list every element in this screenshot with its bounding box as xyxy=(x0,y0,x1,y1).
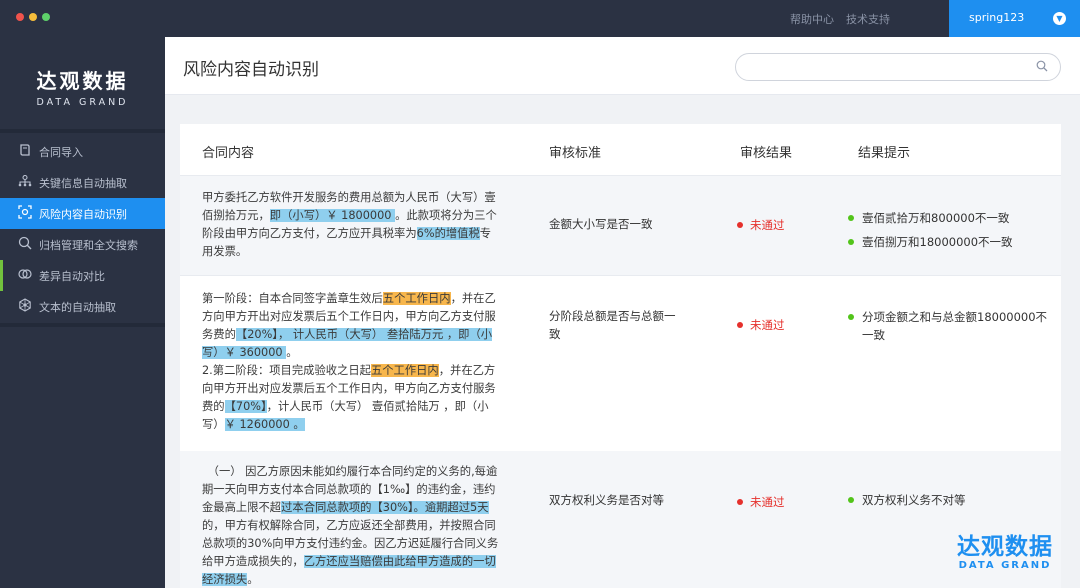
search-icon[interactable] xyxy=(1036,60,1048,72)
result-label: 未通过 xyxy=(750,495,785,509)
text-segment: 第一阶段：自本合同签字盖章生效后 xyxy=(202,292,383,305)
book-icon xyxy=(16,144,34,159)
top-nav: 帮助中心 技术支持 xyxy=(790,11,890,27)
logo-en: DATA GRAND xyxy=(36,97,129,108)
text-segment: 。 xyxy=(286,346,298,359)
status-dot xyxy=(737,499,743,505)
contract-text: 甲方委托乙方软件开发服务的费用总额为人民币（大写）壹佰捌拾万元，即（小写）￥ 1… xyxy=(202,189,502,261)
sidebar-item-label: 合同导入 xyxy=(39,145,83,159)
search-box xyxy=(735,53,1061,81)
table-header: 合同内容 审核标准 审核结果 结果提示 xyxy=(180,124,1061,176)
text-segment: 。 xyxy=(247,573,259,586)
sidebar-item-label: 关键信息自动抽取 xyxy=(39,176,127,190)
maximize-window-dot[interactable] xyxy=(42,13,50,21)
highlighted-segment: 过本合同总款项的【30%】。逾期超过5天 xyxy=(281,501,489,514)
hint-item: 双方权利义务不对等 xyxy=(848,491,1048,509)
sidebar-item-contract-import[interactable]: 合同导入 xyxy=(0,136,165,167)
compare-icon xyxy=(16,267,34,284)
status-dot xyxy=(848,215,854,221)
audit-standard: 金额大小写是否一致 xyxy=(549,217,653,231)
column-header-standard: 审核标准 xyxy=(549,146,602,161)
sidebar-item-key-info-extraction[interactable]: 关键信息自动抽取 xyxy=(0,167,165,198)
minimize-window-dot[interactable] xyxy=(29,13,37,21)
highlighted-segment: 五个工作日内 xyxy=(382,292,451,305)
highlighted-segment: 即（小写）￥ 1800000 xyxy=(269,209,396,222)
column-header-result: 审核结果 xyxy=(740,146,793,161)
sidebar-item-label: 差异自动对比 xyxy=(39,269,105,283)
page-header: 风险内容自动识别 xyxy=(165,37,1080,95)
column-header-hint: 结果提示 xyxy=(858,146,911,161)
search-input[interactable] xyxy=(750,54,1040,80)
sidebar-item-diff-compare[interactable]: 差异自动对比 xyxy=(0,260,165,291)
window-controls xyxy=(16,13,50,21)
table-row: 第一阶段：自本合同签字盖章生效后五个工作日内，并在乙方向甲方开出对应发票后五个工… xyxy=(180,275,1061,451)
hint-item: 壹佰贰拾万和800000不一致 xyxy=(848,209,1048,227)
status-dot xyxy=(848,497,854,503)
status-dot xyxy=(737,222,743,228)
highlighted-segment: 五个工作日内 xyxy=(370,364,439,377)
result-hints: 壹佰贰拾万和800000不一致 壹佰捌万和18000000不一致 xyxy=(848,209,1048,257)
help-center-link[interactable]: 帮助中心 xyxy=(790,11,834,27)
text-segment: 2.第二阶段：项目完成验收之日起 xyxy=(202,364,371,377)
audit-standard: 双方权利义务是否对等 xyxy=(549,493,664,507)
hint-item: 壹佰捌万和18000000不一致 xyxy=(848,233,1048,251)
sidebar-item-archive-search[interactable]: 归档管理和全文搜索 xyxy=(0,229,165,260)
result-hints: 双方权利义务不对等 xyxy=(848,491,1048,515)
sidebar-item-text-extraction[interactable]: 文本的自动抽取 xyxy=(0,291,165,322)
risk-table: 合同内容 审核标准 审核结果 结果提示 甲方委托乙方软件开发服务的费用总额为人民… xyxy=(180,124,1061,588)
scan-icon xyxy=(16,205,34,222)
table-row: （一） 因乙方原因未能如约履行本合同约定的义务的,每逾期一天向甲方支付本合同总款… xyxy=(180,451,1061,588)
sidebar-divider xyxy=(0,323,165,327)
highlighted-segment: ￥ 1260000 。 xyxy=(224,418,305,431)
contract-text: （一） 因乙方原因未能如约履行本合同约定的义务的,每逾期一天向甲方支付本合同总款… xyxy=(202,463,502,588)
result-hints: 分项金额之和与总金额18000000不一致 xyxy=(848,308,1048,350)
hint-text: 分项金额之和与总金额18000000不一致 xyxy=(862,310,1048,342)
network-icon xyxy=(16,298,34,315)
result-label: 未通过 xyxy=(750,218,785,232)
sidebar-item-risk-identification[interactable]: 风险内容自动识别 xyxy=(0,198,165,229)
logo: 达观数据 DATA GRAND xyxy=(0,65,165,108)
close-window-dot[interactable] xyxy=(16,13,24,21)
contract-text: 第一阶段：自本合同签字盖章生效后五个工作日内，并在乙方向甲方开出对应发票后五个工… xyxy=(202,290,502,434)
hint-text: 壹佰捌万和18000000不一致 xyxy=(862,235,1013,249)
audit-result: 未通过 xyxy=(737,217,785,233)
user-menu[interactable]: spring123 ▼ xyxy=(949,0,1080,37)
hierarchy-icon xyxy=(16,174,34,190)
table-row: 甲方委托乙方软件开发服务的费用总额为人民币（大写）壹佰捌拾万元，即（小写）￥ 1… xyxy=(180,176,1061,275)
highlighted-segment: 6%的增值税 xyxy=(416,227,480,240)
tech-support-link[interactable]: 技术支持 xyxy=(846,11,890,27)
result-label: 未通过 xyxy=(750,318,785,332)
status-dot xyxy=(848,239,854,245)
highlighted-segment: 【70%】 xyxy=(224,400,267,413)
watermark-en: DATA GRAND xyxy=(958,560,1052,571)
sidebar-item-label: 文本的自动抽取 xyxy=(39,300,116,314)
sidebar: 达观数据 DATA GRAND 合同导入 关键信息自动抽取 风险内容自动识别 归… xyxy=(0,37,165,588)
search-icon xyxy=(16,236,34,253)
audit-result: 未通过 xyxy=(737,494,785,510)
logo-cn: 达观数据 xyxy=(36,69,129,93)
username: spring123 xyxy=(969,11,1025,24)
sidebar-item-label: 风险内容自动识别 xyxy=(39,207,127,221)
hint-text: 双方权利义务不对等 xyxy=(862,493,966,507)
chevron-down-icon[interactable]: ▼ xyxy=(1053,12,1066,25)
sidebar-item-label: 归档管理和全文搜索 xyxy=(39,238,138,252)
sidebar-divider xyxy=(0,129,165,133)
watermark-cn: 达观数据 xyxy=(957,534,1053,560)
brand-watermark: 达观数据 DATA GRAND xyxy=(950,534,1060,571)
hint-item: 分项金额之和与总金额18000000不一致 xyxy=(848,308,1048,344)
status-dot xyxy=(848,314,854,320)
page-title: 风险内容自动识别 xyxy=(183,60,319,80)
column-header-contract-content: 合同内容 xyxy=(202,146,255,161)
audit-result: 未通过 xyxy=(737,317,785,333)
highlighted-segment: 【20%】， 计人民币（大写） 叁拾陆万元 ，即（小写）￥ 360000 xyxy=(202,328,493,359)
sidebar-menu: 合同导入 关键信息自动抽取 风险内容自动识别 归档管理和全文搜索 差异自动对比 xyxy=(0,136,165,322)
status-dot xyxy=(737,322,743,328)
window-titlebar: 帮助中心 技术支持 spring123 ▼ xyxy=(0,0,1080,37)
audit-standard: 分阶段总额是否与总额一致 xyxy=(549,309,676,341)
hint-text: 壹佰贰拾万和800000不一致 xyxy=(862,211,1010,225)
